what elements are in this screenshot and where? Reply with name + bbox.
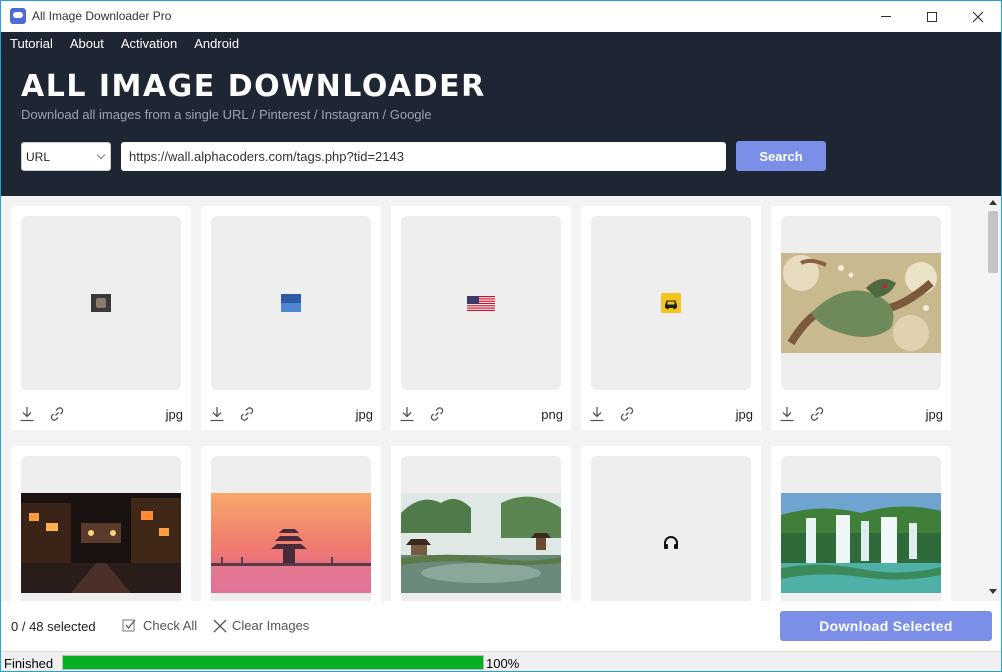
image-thumbnail[interactable] bbox=[21, 216, 181, 390]
clear-images-label: Clear Images bbox=[232, 618, 310, 633]
card-actions: jpg bbox=[11, 404, 191, 426]
page-subtitle: Download all images from a single URL / … bbox=[21, 107, 432, 122]
headset-icon bbox=[664, 536, 678, 549]
image-card[interactable]: jpg bbox=[11, 206, 191, 430]
image-grid: jpg jpg png jpg jpg bbox=[1, 196, 1001, 601]
menu-item-about[interactable]: About bbox=[70, 36, 104, 51]
scroll-up-icon[interactable] bbox=[989, 200, 997, 205]
header: ALL IMAGE DOWNLOADER Download all images… bbox=[1, 55, 1001, 196]
image-card[interactable]: jpg bbox=[201, 206, 381, 430]
download-selected-button[interactable]: Download Selected bbox=[780, 611, 992, 641]
file-extension: jpg bbox=[925, 407, 943, 422]
app-window: All Image Downloader Pro Tutorial About … bbox=[0, 0, 1002, 672]
file-extension: jpg bbox=[735, 407, 753, 422]
title-bar: All Image Downloader Pro bbox=[1, 1, 1001, 32]
image-card[interactable] bbox=[11, 446, 191, 601]
close-icon bbox=[972, 11, 984, 22]
maximize-button[interactable] bbox=[909, 1, 955, 32]
source-select[interactable]: URL bbox=[21, 142, 111, 171]
waterfall-image bbox=[781, 493, 941, 593]
image-card[interactable] bbox=[201, 446, 381, 601]
progress-percent: 100% bbox=[486, 656, 520, 671]
download-icon[interactable] bbox=[209, 406, 225, 422]
chinese-garden-image bbox=[401, 493, 561, 593]
pagoda-sunset-image bbox=[211, 493, 371, 593]
app-logo-icon bbox=[10, 8, 26, 24]
progress-bar bbox=[62, 655, 484, 670]
image-thumbnail[interactable] bbox=[211, 456, 371, 601]
card-actions: jpg bbox=[581, 404, 761, 426]
download-icon[interactable] bbox=[589, 406, 605, 422]
check-all-button[interactable]: Check All bbox=[122, 618, 197, 633]
source-select-value: URL bbox=[26, 149, 51, 164]
link-icon[interactable] bbox=[239, 406, 255, 422]
vertical-scrollbar[interactable] bbox=[985, 196, 1001, 601]
image-thumbnail[interactable] bbox=[781, 456, 941, 601]
chevron-down-icon bbox=[96, 150, 106, 160]
check-all-label: Check All bbox=[143, 618, 198, 633]
scroll-thumb[interactable] bbox=[988, 211, 998, 273]
checkbox-icon bbox=[122, 619, 136, 632]
file-extension: jpg bbox=[355, 407, 373, 422]
card-actions: png bbox=[391, 404, 571, 426]
menu-item-activation[interactable]: Activation bbox=[121, 36, 177, 51]
minimize-button[interactable] bbox=[863, 1, 909, 32]
selection-count: 0 / 48 selected bbox=[11, 619, 96, 634]
image-thumbnail[interactable] bbox=[401, 456, 561, 601]
menu-item-android[interactable]: Android bbox=[194, 36, 239, 51]
file-extension: jpg bbox=[165, 407, 183, 422]
clear-icon bbox=[213, 619, 227, 632]
card-actions: jpg bbox=[771, 404, 951, 426]
status-text: Finished bbox=[4, 656, 54, 671]
download-icon[interactable] bbox=[399, 406, 415, 422]
image-card[interactable] bbox=[771, 446, 951, 601]
status-bar: Finished 100% bbox=[1, 651, 1001, 671]
download-icon[interactable] bbox=[19, 406, 35, 422]
download-icon[interactable] bbox=[779, 406, 795, 422]
car-icon bbox=[661, 293, 681, 313]
image-thumbnail[interactable] bbox=[401, 216, 561, 390]
maximize-icon bbox=[927, 11, 937, 22]
image-thumbnail[interactable] bbox=[591, 456, 751, 601]
close-button[interactable] bbox=[955, 1, 1001, 32]
minimize-icon bbox=[881, 16, 891, 17]
file-extension: png bbox=[541, 407, 563, 422]
dragon-painting-image bbox=[781, 253, 941, 353]
link-icon[interactable] bbox=[619, 406, 635, 422]
page-title: ALL IMAGE DOWNLOADER bbox=[21, 69, 486, 104]
search-button[interactable]: Search bbox=[736, 141, 826, 171]
image-card[interactable] bbox=[581, 446, 761, 601]
image-card[interactable]: png bbox=[391, 206, 571, 430]
card-actions: jpg bbox=[201, 404, 381, 426]
image-thumbnail[interactable] bbox=[21, 456, 181, 601]
clear-images-button[interactable]: Clear Images bbox=[213, 618, 309, 633]
progress-fill bbox=[63, 656, 483, 669]
link-icon[interactable] bbox=[429, 406, 445, 422]
image-card[interactable]: jpg bbox=[581, 206, 761, 430]
image-thumbnail[interactable] bbox=[591, 216, 751, 390]
image-card[interactable] bbox=[391, 446, 571, 601]
window-title: All Image Downloader Pro bbox=[32, 9, 172, 23]
tiny-thumbnail-image bbox=[91, 294, 111, 312]
url-input[interactable] bbox=[121, 142, 726, 171]
menu-item-tutorial[interactable]: Tutorial bbox=[10, 36, 53, 51]
footer: 0 / 48 selected Check All Clear Images D… bbox=[1, 601, 1001, 651]
tiny-thumbnail-image bbox=[281, 294, 301, 312]
us-flag-image bbox=[467, 295, 495, 311]
image-thumbnail[interactable] bbox=[781, 216, 941, 390]
scroll-down-icon[interactable] bbox=[989, 589, 997, 594]
link-icon[interactable] bbox=[49, 406, 65, 422]
image-thumbnail[interactable] bbox=[211, 216, 371, 390]
night-street-image bbox=[21, 493, 181, 593]
link-icon[interactable] bbox=[809, 406, 825, 422]
menu-bar: Tutorial About Activation Android bbox=[1, 32, 1001, 55]
image-card[interactable]: jpg bbox=[771, 206, 951, 430]
